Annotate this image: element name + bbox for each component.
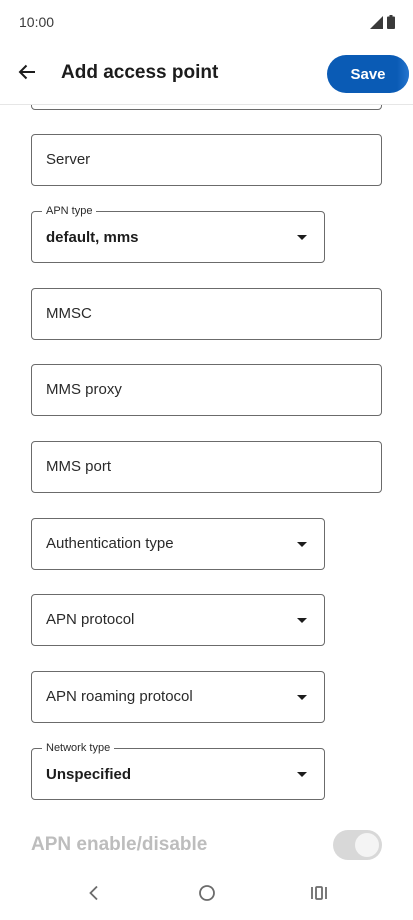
app-bar: Add access point Save [0, 44, 413, 105]
authentication-type-dropdown[interactable]: Authentication type [31, 518, 325, 570]
mmsc-placeholder: MMSC [46, 305, 92, 322]
apn-type-value: default, mms [46, 229, 139, 246]
dropdown-arrow-icon [297, 618, 307, 623]
nav-recents-button[interactable] [304, 880, 334, 910]
apn-type-label: APN type [42, 205, 97, 218]
server-field[interactable]: Server [31, 134, 382, 186]
nav-back-icon [88, 885, 100, 906]
apn-enable-label: APN enable/disable [31, 834, 208, 855]
mmsc-field[interactable]: MMSC [31, 288, 382, 340]
apn-type-dropdown[interactable]: APN type default, mms [31, 205, 325, 263]
nav-bar [0, 870, 413, 920]
authentication-type-placeholder: Authentication type [46, 535, 174, 552]
page-title: Add access point [61, 62, 219, 83]
signal-icon [370, 16, 383, 34]
save-button[interactable]: Save [327, 55, 409, 93]
server-placeholder: Server [46, 151, 91, 168]
dropdown-arrow-icon [297, 772, 307, 777]
apn-roaming-protocol-dropdown[interactable]: APN roaming protocol [31, 671, 325, 723]
status-icons [370, 15, 395, 34]
toggle-knob [355, 833, 379, 857]
back-button[interactable] [12, 59, 42, 89]
mms-proxy-field[interactable]: MMS proxy [31, 364, 382, 416]
arrow-back-icon [18, 64, 36, 85]
nav-recents-icon [310, 885, 328, 906]
status-bar: 10:00 [0, 0, 413, 44]
mms-port-field[interactable]: MMS port [31, 441, 382, 493]
dropdown-arrow-icon [297, 542, 307, 547]
save-button-label: Save [350, 65, 386, 83]
battery-icon [387, 15, 395, 34]
mms-proxy-placeholder: MMS proxy [46, 381, 122, 398]
apn-protocol-dropdown[interactable]: APN protocol [31, 594, 325, 646]
screen: 10:00 Add access point Save Server APN t… [0, 0, 413, 920]
nav-back-button[interactable] [79, 880, 109, 910]
network-type-label: Network type [42, 742, 115, 755]
network-type-value: Unspecified [46, 766, 132, 783]
apn-enable-toggle[interactable] [333, 830, 382, 860]
dropdown-arrow-icon [297, 695, 307, 700]
nav-home-icon [198, 884, 216, 907]
network-type-dropdown[interactable]: Network type Unspecified [31, 742, 325, 800]
apn-protocol-placeholder: APN protocol [46, 611, 135, 628]
save-button-edge [397, 55, 409, 93]
status-time: 10:00 [19, 14, 55, 30]
apn-roaming-protocol-placeholder: APN roaming protocol [46, 688, 193, 705]
mms-port-placeholder: MMS port [46, 458, 112, 475]
nav-home-button[interactable] [192, 880, 222, 910]
dropdown-arrow-icon [297, 235, 307, 240]
